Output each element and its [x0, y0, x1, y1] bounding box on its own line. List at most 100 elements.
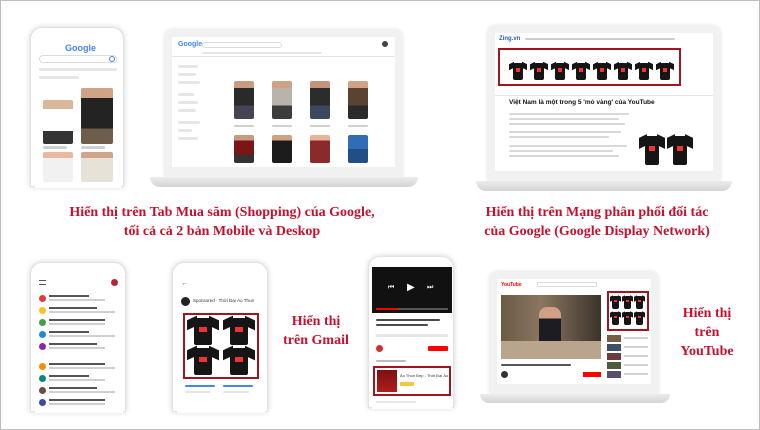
side-ad[interactable] [637, 131, 697, 169]
product-card[interactable] [272, 135, 292, 163]
email-sender-line[interactable] [49, 331, 89, 333]
gmail-product-grid[interactable] [187, 315, 255, 375]
tshirt-product-image[interactable] [610, 295, 621, 309]
price-line [272, 125, 292, 127]
product-text [185, 385, 215, 387]
product-image-4[interactable] [81, 152, 113, 182]
laptop-base [150, 177, 418, 187]
tshirt-product-image[interactable] [187, 345, 219, 375]
product-card[interactable] [348, 135, 368, 163]
tshirt-product-image[interactable] [634, 311, 645, 325]
related-video-thumbnail[interactable] [607, 371, 621, 378]
email-snippet-line [49, 367, 115, 369]
youtube-logo: YouTube [501, 282, 522, 288]
product-image-3[interactable] [43, 152, 73, 182]
table-surface [501, 341, 601, 359]
product-card[interactable] [310, 81, 330, 119]
divider [495, 95, 713, 96]
article-text [509, 131, 621, 133]
tshirt-product-image[interactable] [187, 315, 219, 345]
email-sender-line[interactable] [49, 387, 97, 389]
ad-thumbnail[interactable] [377, 370, 397, 392]
email-sender-line[interactable] [49, 399, 105, 401]
search-input[interactable] [202, 42, 282, 48]
skip-forward-icon[interactable]: ⏭ [427, 284, 433, 292]
sender-avatar [39, 307, 46, 314]
video-title [501, 364, 571, 366]
product-image-2[interactable] [81, 88, 113, 144]
tshirt-product-image[interactable] [622, 311, 633, 325]
ad-product-name[interactable]: Áo Thun Đẹp - Thời Đại Áo Thun [400, 373, 448, 378]
article-text [509, 113, 629, 115]
product-card[interactable] [272, 81, 292, 119]
video-frame[interactable] [501, 295, 601, 359]
video-player[interactable]: ▶ ⏮ ⏭ [372, 267, 452, 313]
desktop-shopping-screen: Google [172, 37, 395, 167]
play-icon[interactable]: ▶ [407, 282, 415, 293]
related-video-thumbnail[interactable] [607, 353, 621, 360]
back-icon[interactable]: ← [181, 280, 188, 287]
email-sender-line[interactable] [49, 363, 105, 365]
filter-line [178, 129, 192, 132]
email-sender-line[interactable] [49, 375, 89, 377]
filter-line [178, 137, 198, 140]
email-sender-line[interactable] [49, 295, 89, 297]
product-card[interactable] [234, 81, 254, 119]
tshirt-product-image[interactable] [610, 311, 621, 325]
shop-button[interactable] [400, 382, 414, 386]
article-headline[interactable]: Việt Nam là một trong 5 'mỏ vàng' của Yo… [509, 99, 679, 106]
caption-line: của Google (Google Display Network) [484, 224, 710, 239]
related-video-thumbnail[interactable] [607, 335, 621, 342]
channel-avatar [501, 371, 508, 378]
avatar[interactable] [111, 279, 118, 286]
email-sender-line[interactable] [49, 343, 97, 345]
product-text [223, 391, 249, 393]
tshirt-product-image[interactable] [223, 315, 255, 345]
youtube-ad-grid[interactable] [610, 295, 646, 327]
filter-line [178, 121, 200, 124]
product-text [185, 391, 211, 393]
video-title [376, 324, 428, 326]
upnext-label [376, 360, 406, 362]
mobile-shopping-phone: Google [30, 27, 124, 188]
advertiser-avatar [181, 297, 190, 306]
subscribe-button[interactable] [428, 346, 448, 351]
tshirt-product-image[interactable] [223, 345, 255, 375]
tab-row [39, 68, 117, 71]
price-line [234, 125, 254, 127]
video-title [376, 319, 440, 321]
email-sender-line[interactable] [49, 319, 105, 321]
tshirt-product-image[interactable] [667, 134, 693, 165]
price-line [310, 125, 330, 127]
tshirt-product-image[interactable] [634, 295, 645, 309]
product-image-1[interactable] [43, 100, 73, 144]
article-text [509, 155, 619, 157]
action-row [376, 334, 448, 337]
email-snippet-line [49, 403, 105, 405]
product-card[interactable] [234, 135, 254, 163]
avatar[interactable] [382, 41, 388, 47]
tshirt-product-image[interactable] [622, 295, 633, 309]
search-input[interactable] [39, 55, 117, 63]
product-card[interactable] [348, 81, 368, 119]
tshirt-product-image[interactable] [639, 134, 665, 165]
skip-back-icon[interactable]: ⏮ [388, 284, 394, 292]
filter-line [178, 65, 198, 68]
product-card[interactable] [310, 135, 330, 163]
caption-line: Hiển thị [682, 306, 732, 321]
related-video-thumbnail[interactable] [607, 344, 621, 351]
email-sender-line[interactable] [49, 307, 97, 309]
related-video-thumbnail[interactable] [607, 362, 621, 369]
progress-bar[interactable] [376, 308, 448, 310]
gmail-inbox-phone [30, 262, 126, 413]
search-icon[interactable] [109, 56, 115, 62]
caption-line: trên Gmail [283, 333, 349, 348]
caption-line: tối cả cả 2 bản Mobile và Deskop [123, 224, 321, 239]
search-input[interactable] [537, 282, 597, 287]
laptop-base [480, 394, 670, 403]
menu-icon[interactable] [39, 280, 46, 285]
caption-line: YouTube [680, 344, 734, 359]
channel-avatar [376, 345, 383, 352]
youtube-mobile-phone: ▶ ⏮ ⏭ Áo Thun Đẹp - Thời Đại Áo Thun [368, 256, 454, 409]
subscribe-button[interactable] [583, 372, 601, 377]
